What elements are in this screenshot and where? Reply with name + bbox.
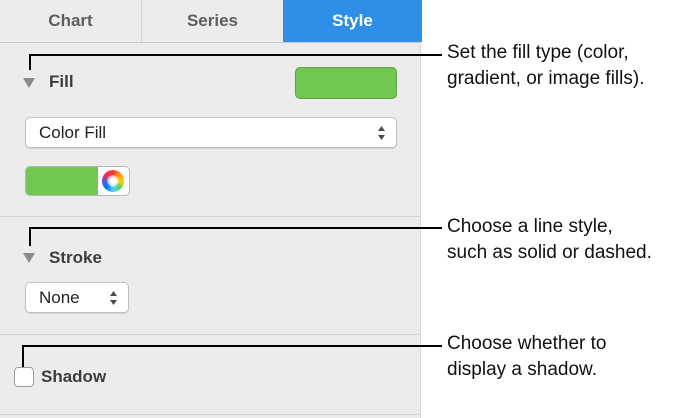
callout-line-text: Choose whether to <box>447 333 607 354</box>
shadow-checkbox[interactable] <box>14 367 34 387</box>
tab-chart[interactable]: Chart <box>0 0 142 42</box>
callout-leader-line <box>29 54 31 70</box>
callout-fill-text: Set the fill type (color, gradient, or i… <box>447 40 644 92</box>
fill-disclosure-triangle-icon[interactable] <box>23 78 35 88</box>
fill-type-popup[interactable]: Color Fill <box>25 117 397 148</box>
tab-style[interactable]: Style <box>283 0 422 42</box>
fill-type-value: Color Fill <box>39 123 107 142</box>
format-sidebar: Chart Series Style Fill Color Fill Strok… <box>0 0 422 418</box>
section-divider <box>0 334 421 335</box>
shadow-label[interactable]: Shadow <box>41 367 106 387</box>
fill-color-well[interactable] <box>25 166 130 196</box>
callout-leader-line <box>22 345 24 367</box>
stroke-section-title: Stroke <box>49 248 102 267</box>
popup-arrows-icon <box>110 291 117 305</box>
callout-line-text: such as solid or dashed. <box>447 242 652 263</box>
callout-stroke-text: Choose a line style, such as solid or da… <box>447 214 652 266</box>
stroke-style-popup[interactable]: None <box>25 282 129 313</box>
callout-line-text: Set the fill type (color, <box>447 42 629 63</box>
callout-leader-line <box>29 227 31 246</box>
fill-color-swatch[interactable] <box>295 67 397 99</box>
popup-arrows-icon <box>378 126 385 140</box>
color-well-swatch[interactable] <box>26 167 98 195</box>
section-divider <box>0 414 421 415</box>
callout-leader-line <box>22 345 442 347</box>
tab-bar: Chart Series Style <box>0 0 422 43</box>
callout-line-text: display a shadow. <box>447 359 597 380</box>
callout-leader-line <box>29 54 442 56</box>
callout-leader-line <box>29 227 442 229</box>
stroke-style-value: None <box>39 288 80 307</box>
callout-shadow-text: Choose whether to display a shadow. <box>447 331 607 383</box>
section-divider <box>0 216 421 217</box>
stroke-disclosure-triangle-icon[interactable] <box>23 253 35 263</box>
color-wheel-icon[interactable] <box>102 170 124 192</box>
fill-section-title: Fill <box>49 72 74 91</box>
callout-line-text: Choose a line style, <box>447 216 613 237</box>
callout-line-text: gradient, or image fills). <box>447 68 645 89</box>
tab-series[interactable]: Series <box>142 0 283 42</box>
